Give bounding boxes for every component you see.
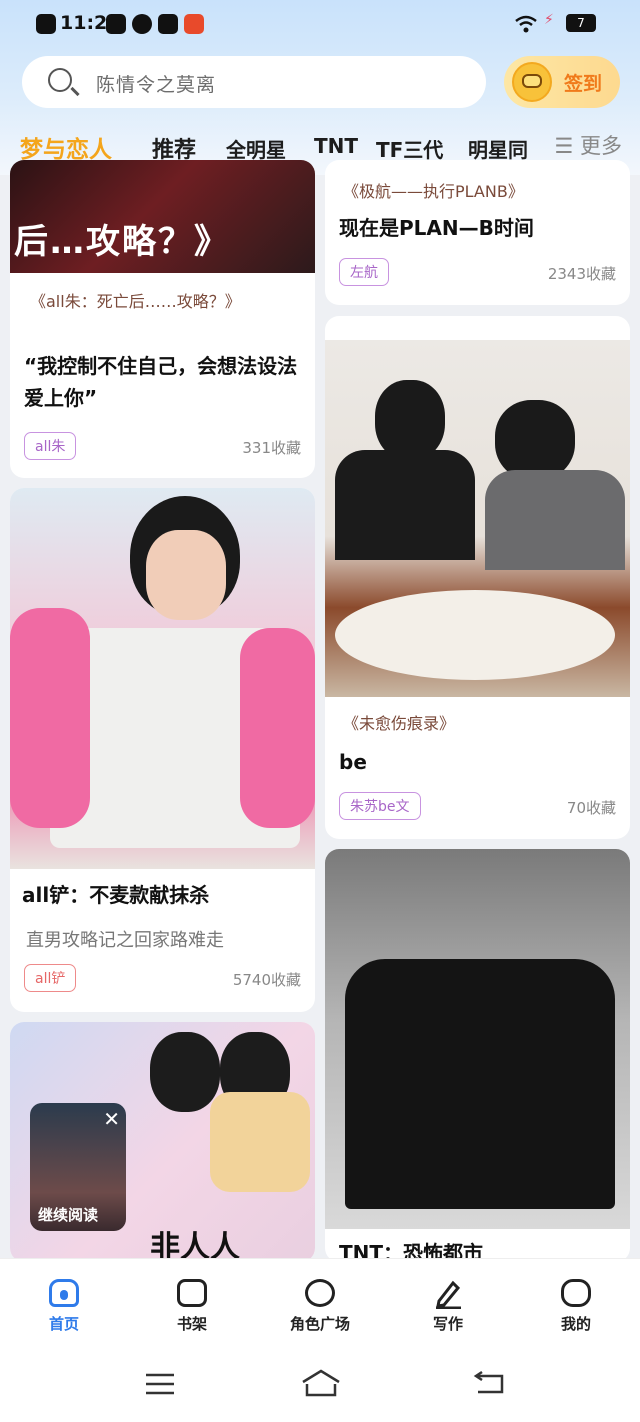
story-description: 直男攻略记之回家路难走 [26, 930, 224, 951]
table-plates-shape [335, 590, 615, 680]
continue-reading-bubble[interactable]: ✕ 继续阅读 [30, 1103, 126, 1231]
tab-all-stars[interactable]: 全明星 [226, 134, 286, 163]
cover-text: 后…攻略？》 [14, 222, 230, 262]
signin-icon [512, 62, 552, 102]
back-icon[interactable] [472, 1370, 506, 1396]
person-hair-shape [495, 400, 575, 480]
system-navigation-bar [0, 1348, 640, 1422]
story-card[interactable]: 《极航——执行PLANB》 现在是PLAN—B时间 左航 2343收藏 [325, 160, 630, 305]
story-subtitle: 《all朱：死亡后……攻略？》 [30, 292, 241, 311]
continue-reading-label: 继续阅读 [38, 1206, 99, 1224]
media-icon [106, 14, 126, 34]
planet-icon [305, 1279, 335, 1307]
cover-image: 后…攻略？》 [10, 160, 315, 273]
cover-text: 非人人 [150, 1230, 240, 1262]
story-card[interactable]: 《未愈伤痕录》 be 朱苏be文 70收藏 [325, 316, 630, 839]
story-title: all铲：不麦款献抹杀 [22, 883, 210, 907]
home-button-icon[interactable] [300, 1368, 342, 1398]
favorites-count: 331收藏 [242, 439, 301, 457]
nav-role-square[interactable]: 角色广场 [270, 1259, 370, 1349]
story-card[interactable]: 后…攻略？》 《all朱：死亡后……攻略？》 “我控制不住自己，会想法设法爱上你… [10, 160, 315, 478]
jacket-shape [240, 628, 315, 828]
app-icon [132, 14, 152, 34]
cover-image [10, 488, 315, 869]
jacket-shape [10, 608, 90, 828]
tag-badge[interactable]: 朱苏be文 [339, 792, 421, 820]
nav-writing[interactable]: 写作 [398, 1259, 498, 1349]
story-card[interactable]: TNT：恐怖都市 [325, 849, 630, 1262]
person-shirt-shape [335, 450, 475, 560]
nav-label: 书架 [176, 1315, 207, 1333]
notification-icon [36, 14, 56, 34]
cover-image [325, 849, 630, 1229]
story-headline: “我控制不住自己，会想法设法爱上你” [24, 354, 298, 410]
favorites-count: 2343收藏 [547, 265, 616, 283]
charging-icon: ⚡ [544, 12, 554, 28]
search-placeholder: 陈情令之莫离 [96, 74, 217, 96]
sweater-shape [210, 1092, 310, 1192]
more-tabs-button[interactable]: ☰ 更多 [554, 130, 622, 160]
status-bar: 11:23 ⚡ 7 [0, 0, 640, 50]
nav-label: 写作 [432, 1315, 463, 1333]
nav-profile[interactable]: 我的 [526, 1259, 626, 1349]
cover-image [325, 340, 630, 697]
search-input[interactable]: 陈情令之莫离 [22, 56, 486, 108]
group-figures-shape [345, 959, 615, 1209]
nav-label: 角色广场 [289, 1315, 350, 1333]
person-face-shape [146, 530, 226, 620]
chat-bubble-icon [561, 1279, 591, 1307]
tag-badge[interactable]: all朱 [24, 432, 77, 460]
tab-tf3[interactable]: TF三代 [376, 134, 443, 163]
story-headline: be [339, 750, 367, 774]
nav-label: 我的 [560, 1315, 591, 1333]
favorites-count: 70收藏 [566, 799, 616, 817]
nav-bookshelf[interactable]: 书架 [142, 1259, 242, 1349]
wifi-icon [515, 15, 537, 33]
story-headline: 现在是PLAN—B时间 [339, 216, 534, 240]
app-icon [158, 14, 178, 34]
close-icon[interactable]: ✕ [103, 1107, 120, 1131]
tab-dream-lovers[interactable]: 梦与恋人 [20, 130, 112, 164]
story-subtitle: 《极航——执行PLANB》 [343, 182, 524, 201]
person-hair-shape [375, 380, 445, 460]
bottom-navigation: 首页 书架 角色广场 写作 我的 [0, 1258, 640, 1349]
menu-icon[interactable] [144, 1372, 176, 1396]
nav-home[interactable]: 首页 [14, 1259, 114, 1349]
search-icon [48, 68, 72, 92]
person-shirt-shape [485, 470, 625, 570]
story-card[interactable]: all铲：不麦款献抹杀 直男攻略记之回家路难走 all铲 5740收藏 [10, 488, 315, 1012]
bookshelf-icon [177, 1279, 207, 1307]
person-hair-shape [150, 1032, 220, 1112]
signin-label: 签到 [564, 73, 603, 95]
signin-button[interactable]: 签到 [504, 56, 620, 108]
battery-icon: 7 [566, 14, 596, 32]
app-icon [184, 14, 204, 34]
story-subtitle: 《未愈伤痕录》 [343, 714, 456, 733]
pen-icon [436, 1280, 461, 1309]
favorites-count: 5740收藏 [232, 971, 301, 989]
tab-celebrity[interactable]: 明星同 [468, 134, 528, 163]
tab-tnt[interactable]: TNT [314, 134, 358, 158]
tag-badge[interactable]: 左航 [339, 258, 389, 286]
tag-badge[interactable]: all铲 [24, 964, 77, 992]
nav-label: 首页 [48, 1315, 79, 1333]
home-icon [49, 1279, 79, 1307]
